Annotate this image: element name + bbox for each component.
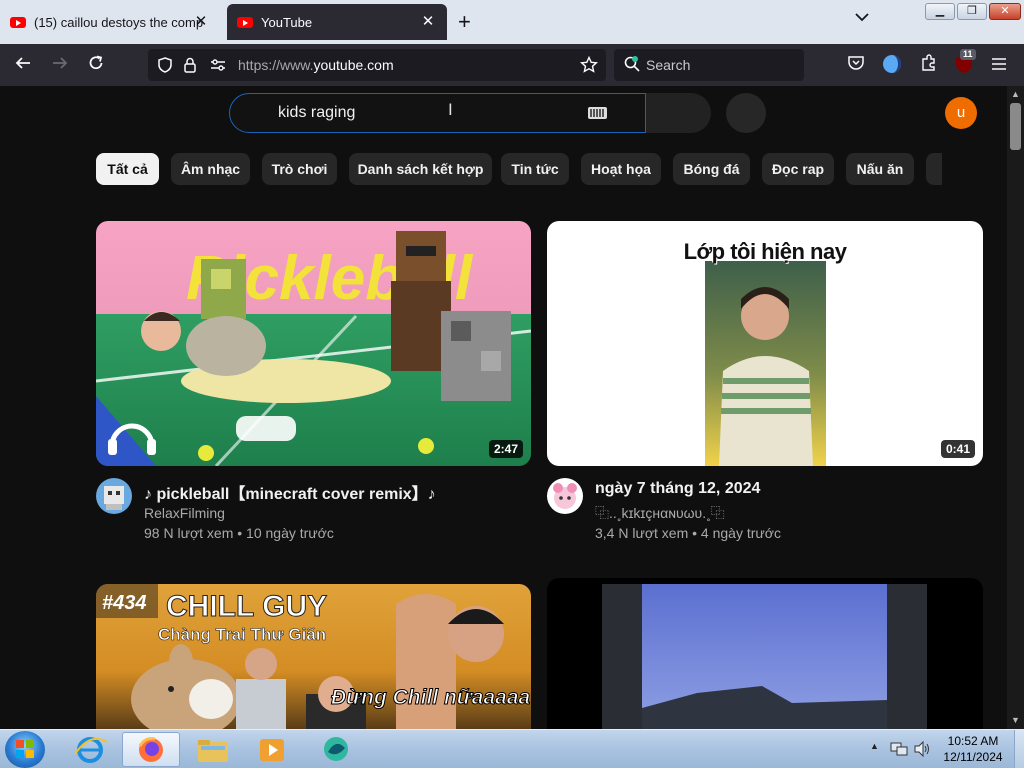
extensions-puzzle-icon[interactable]	[918, 54, 940, 76]
chip-football[interactable]: Bóng đá	[673, 153, 750, 185]
keyboard-icon[interactable]	[588, 107, 607, 119]
channel-name[interactable]: ⿻..˳kɪkɪçнαɴυωυ.˳⿻	[595, 503, 725, 523]
window-restore-button[interactable]: ❐	[957, 3, 987, 20]
thumb-caption-text: Đừng Chill nữaaaaa	[331, 686, 531, 709]
show-hidden-icons-arrow-icon[interactable]: ▲	[870, 741, 879, 751]
video-thumbnail[interactable]: #434 CHILL GUY Chàng Trai Thư Giãn Đừng …	[96, 584, 531, 729]
browser-tab-caillou[interactable]: (15) caillou destoys the comput ✕	[0, 4, 220, 40]
pocket-save-icon[interactable]	[845, 54, 867, 76]
page-scrollbar[interactable]: ▲ ▼	[1007, 86, 1024, 729]
category-chip-bar: Tất cả Âm nhạc Trò chơi Danh sách kết hợ…	[96, 153, 942, 185]
close-tab-icon[interactable]: ✕	[192, 13, 210, 31]
chip-next-partial[interactable]	[926, 153, 942, 185]
account-avatar[interactable]: u	[945, 97, 977, 129]
browser-tab-strip: (15) caillou destoys the comput ✕ YouTub…	[0, 0, 1024, 44]
internet-explorer-taskbar-icon[interactable]	[61, 732, 119, 767]
system-clock[interactable]: 10:52 AM 12/11/2024	[936, 733, 1010, 765]
thumbnail-overlay-text: Lớp tôi hiện nay	[683, 239, 847, 264]
permissions-sliders-icon[interactable]	[210, 59, 226, 71]
url-text[interactable]: https://www.youtube.com	[238, 57, 394, 73]
browser-search-box[interactable]: Search	[614, 49, 804, 81]
thumbnail-image: #434 CHILL GUY Chàng Trai Thư Giãn Đừng …	[96, 584, 531, 729]
start-button[interactable]	[5, 731, 45, 768]
bookmark-star-icon[interactable]	[580, 56, 598, 74]
thumbnail-image: Pickleball	[96, 231, 531, 466]
tab-title: (15) caillou destoys the comput	[34, 14, 204, 30]
video-duration: 0:41	[940, 440, 975, 458]
file-explorer-taskbar-icon[interactable]	[184, 732, 242, 767]
video-meta: 98 N lượt xem • 10 ngày trước	[144, 525, 334, 541]
chip-rap[interactable]: Đọc rap	[762, 153, 834, 185]
tracking-protection-shield-icon[interactable]	[158, 57, 172, 73]
video-duration: 2:47	[488, 440, 523, 458]
firefox-account-icon[interactable]	[881, 54, 903, 76]
scroll-up-arrow-icon[interactable]: ▲	[1011, 89, 1020, 99]
channel-avatar[interactable]	[96, 478, 132, 514]
media-player-taskbar-icon[interactable]	[245, 732, 303, 767]
text-cursor-icon: I	[448, 100, 453, 119]
youtube-favicon-icon	[237, 16, 253, 28]
forward-arrow-icon[interactable]	[49, 54, 71, 76]
thumb-episode-tag: #434	[102, 592, 147, 614]
volume-speaker-icon[interactable]	[913, 741, 931, 757]
video-thumbnail[interactable]: Pickleball 2:47	[96, 221, 531, 466]
chip-news[interactable]: Tin tức	[501, 153, 569, 185]
channel-name[interactable]: RelaxFilming	[144, 505, 225, 521]
thumb-subtitle: Chàng Trai Thư Giãn	[158, 625, 326, 644]
new-tab-plus-icon[interactable]: +	[458, 9, 471, 35]
browser-tab-youtube[interactable]: YouTube ✕	[227, 4, 447, 40]
clock-date: 12/11/2024	[943, 750, 1003, 764]
search-query-text[interactable]: kids raging	[278, 104, 355, 122]
video-thumbnail[interactable]	[547, 578, 983, 729]
chip-all[interactable]: Tất cả	[96, 153, 159, 185]
lock-icon[interactable]	[184, 57, 196, 73]
chip-mixes[interactable]: Danh sách kết hợp	[349, 153, 492, 185]
reload-icon[interactable]	[85, 54, 107, 76]
youtube-search-button[interactable]	[646, 93, 711, 133]
chip-games[interactable]: Trò chơi	[262, 153, 337, 185]
chip-music[interactable]: Âm nhạc	[171, 153, 250, 185]
search-placeholder: Search	[646, 57, 691, 73]
scrollbar-thumb[interactable]	[1010, 103, 1021, 150]
youtube-favicon-icon	[10, 16, 26, 28]
clock-time: 10:52 AM	[947, 734, 999, 748]
browser-navigation-bar: https://www.youtube.com Search 11	[0, 44, 1024, 86]
video-title[interactable]: ngày 7 tháng 12, 2024	[595, 480, 760, 498]
window-minimize-button[interactable]: ▁	[925, 3, 955, 20]
back-arrow-icon[interactable]	[12, 54, 34, 76]
firefox-taskbar-icon[interactable]	[122, 732, 180, 767]
hamburger-menu-icon[interactable]	[988, 54, 1010, 76]
voice-search-button[interactable]	[726, 93, 766, 133]
close-tab-icon[interactable]: ✕	[419, 13, 437, 31]
list-all-tabs-chevron-icon[interactable]	[855, 12, 869, 22]
youtube-search-input[interactable]: kids raging	[229, 93, 646, 133]
app-taskbar-icon[interactable]	[307, 732, 365, 767]
video-thumbnail[interactable]: Lớp tôi hiện nay 0:41	[547, 221, 983, 466]
scroll-down-arrow-icon[interactable]: ▼	[1011, 715, 1020, 725]
chip-animation[interactable]: Hoạt họa	[581, 153, 661, 185]
channel-avatar[interactable]	[547, 478, 583, 514]
window-close-button[interactable]: ✕	[989, 3, 1021, 20]
thumb-chill-guy-title: CHILL GUY	[166, 590, 327, 623]
show-desktop-button[interactable]	[1014, 730, 1024, 768]
chip-cooking[interactable]: Nấu ăn	[846, 153, 914, 185]
tab-title: YouTube	[261, 14, 313, 30]
network-icon[interactable]	[890, 741, 908, 757]
address-bar[interactable]: https://www.youtube.com	[148, 49, 606, 81]
search-icon	[624, 56, 640, 72]
video-meta: 3,4 N lượt xem • 4 ngày trước	[595, 525, 781, 541]
video-title[interactable]: ♪ pickleball【minecraft cover remix】♪	[144, 480, 436, 504]
windows-taskbar: ▲ 10:52 AM 12/11/2024	[0, 729, 1024, 768]
extension-count-badge: 11	[960, 49, 976, 60]
thumbnail-image	[602, 584, 927, 729]
